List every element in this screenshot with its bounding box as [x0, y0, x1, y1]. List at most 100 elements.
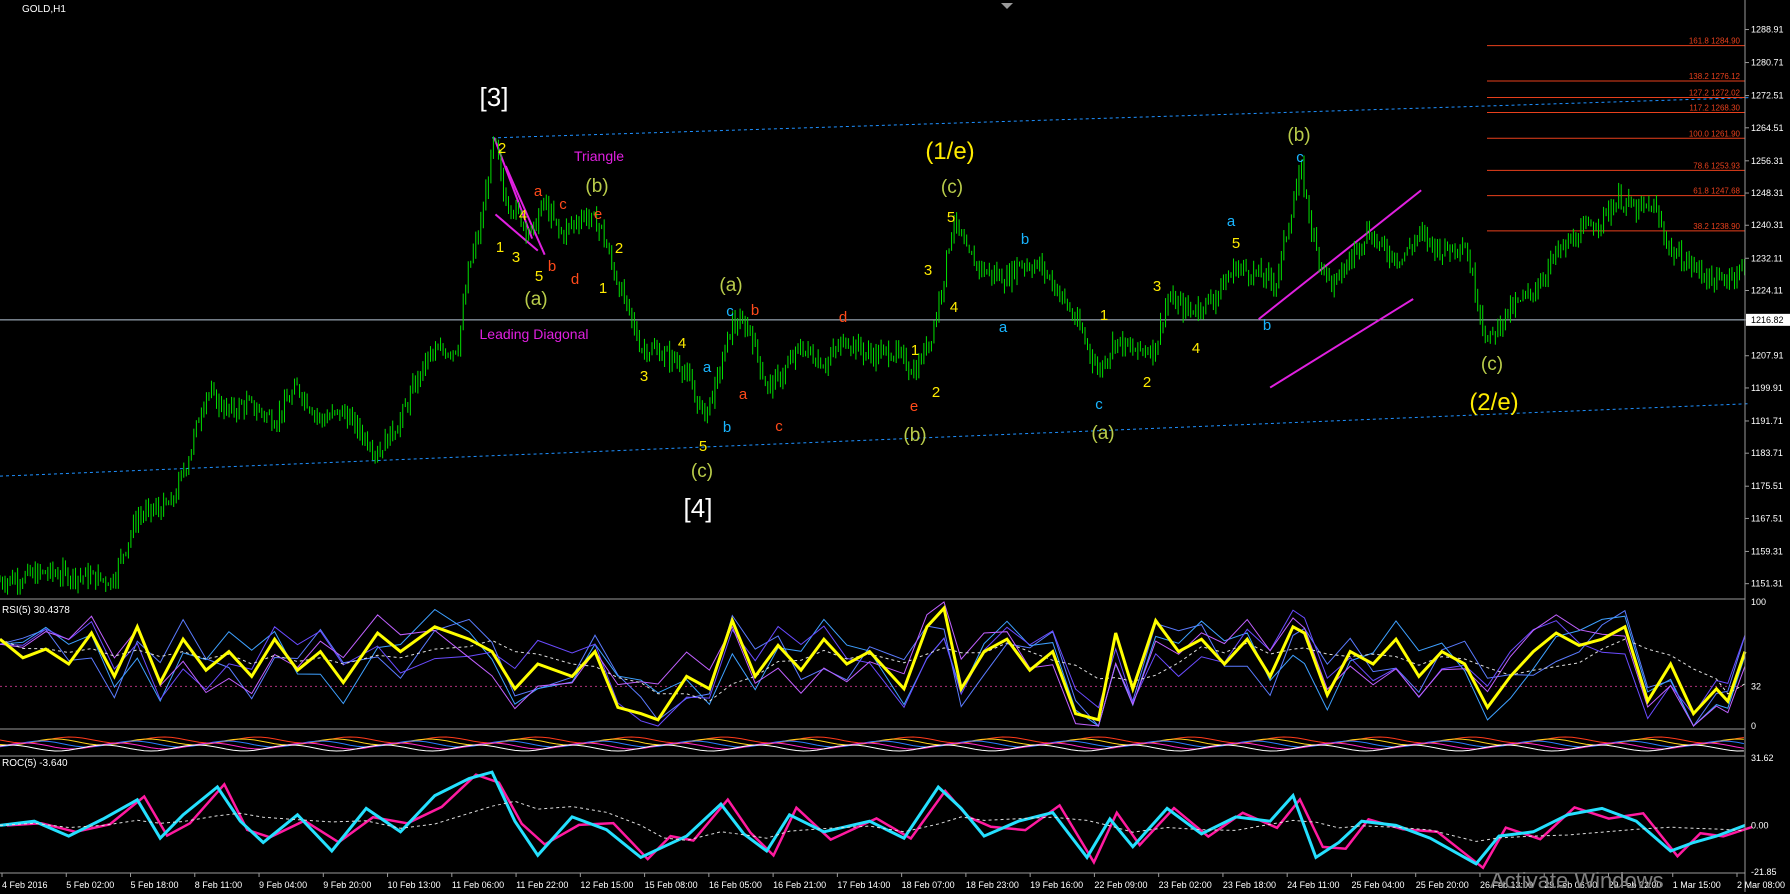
- wave-label: 2: [932, 384, 940, 401]
- wave-label: (c): [691, 461, 713, 482]
- wave-label: [3]: [480, 82, 509, 112]
- time-tick-label: 11 Feb 06:00: [452, 880, 504, 890]
- wave-label: b: [751, 302, 759, 319]
- wave-label: 3: [512, 249, 520, 266]
- wave-label: 4: [1192, 340, 1200, 357]
- wave-label: (a): [719, 275, 742, 296]
- time-tick-label: 12 Feb 15:00: [580, 880, 633, 890]
- time-tick-label: 11 Feb 22:00: [516, 880, 568, 890]
- price-tick-label: 1183.71: [1751, 448, 1783, 458]
- fib-level-label: 100.0 1261.90: [1689, 129, 1741, 138]
- wave-label: (a): [1091, 423, 1114, 444]
- time-tick-label: 18 Feb 07:00: [902, 880, 955, 890]
- wave-label: Triangle: [574, 148, 624, 164]
- price-tick-label: 1280.71: [1751, 58, 1784, 68]
- wave-label: Leading Diagonal: [480, 326, 589, 342]
- wave-label: b: [548, 258, 556, 275]
- wave-label: 5: [1232, 235, 1240, 252]
- fib-level-label: 161.8 1284.90: [1689, 37, 1741, 46]
- wave-label: a: [739, 386, 748, 403]
- time-tick-label: 25 Feb 20:00: [1416, 880, 1469, 890]
- wave-label: 1: [1100, 307, 1108, 324]
- wave-label: 3: [1153, 278, 1161, 295]
- current-price-label: 1216.82: [1751, 315, 1784, 325]
- price-tick-label: 1240.31: [1751, 220, 1784, 230]
- price-tick-label: 1272.51: [1751, 91, 1784, 101]
- time-tick-label: 5 Feb 18:00: [131, 880, 179, 890]
- time-tick-label: 25 Feb 04:00: [1351, 880, 1404, 890]
- wave-label: [4]: [684, 493, 713, 523]
- price-tick-label: 1264.51: [1751, 123, 1784, 133]
- wave-label: (b): [903, 425, 926, 446]
- wave-label: 4: [950, 299, 958, 316]
- wave-label: 5: [699, 438, 707, 455]
- wave-label: (b): [585, 176, 608, 197]
- rsi-label: RSI(5) 30.4378: [2, 605, 70, 616]
- time-tick-label: 15 Feb 08:00: [645, 880, 698, 890]
- price-tick-label: 1232.11: [1751, 253, 1783, 263]
- fib-level-label: 78.6 1253.93: [1693, 161, 1740, 170]
- time-tick-label: 5 Feb 02:00: [66, 880, 114, 890]
- fib-level-label: 127.2 1272.02: [1689, 89, 1741, 98]
- price-tick-label: 1288.91: [1751, 25, 1784, 35]
- time-tick-label: 2 Mar 08:00: [1737, 880, 1785, 890]
- wave-label: e: [594, 206, 602, 223]
- wave-label: 4: [519, 207, 527, 224]
- time-tick-label: 24 Feb 11:00: [1287, 880, 1339, 890]
- time-tick-label: 18 Feb 23:00: [966, 880, 1019, 890]
- price-tick-label: 1207.91: [1751, 351, 1784, 361]
- symbol-label: GOLD,H1: [22, 4, 66, 15]
- wave-label: (2/e): [1469, 389, 1518, 416]
- price-tick-label: 1199.91: [1751, 383, 1783, 393]
- windows-watermark: Activate Windows: [1490, 868, 1664, 893]
- rsi-axis-label: 0: [1751, 721, 1756, 731]
- fib-level-label: 138.2 1276.12: [1689, 72, 1741, 81]
- rsi-axis-label: 100: [1751, 597, 1766, 607]
- wave-label: 3: [924, 262, 932, 279]
- wave-label: c: [1095, 396, 1103, 413]
- time-tick-label: 4 Feb 2016: [2, 880, 48, 890]
- time-tick-label: 19 Feb 16:00: [1030, 880, 1083, 890]
- time-tick-label: 10 Feb 13:00: [388, 880, 441, 890]
- wave-label: (c): [941, 177, 963, 198]
- price-tick-label: 1191.71: [1751, 416, 1783, 426]
- roc-axis-label: 31.62: [1751, 753, 1774, 763]
- price-tick-label: 1248.31: [1751, 188, 1784, 198]
- roc-axis-label: -21.85: [1751, 867, 1777, 877]
- wave-label: 1: [496, 239, 504, 256]
- wave-label: 3: [640, 368, 648, 385]
- wave-label: 1: [911, 342, 919, 359]
- wave-label: b: [1263, 317, 1271, 334]
- price-chart[interactable]: 161.8 1284.90 138.2 1276.12 127.2 1272.02 1…: [0, 0, 1790, 892]
- price-tick-label: 1256.31: [1751, 156, 1784, 166]
- time-tick-label: 9 Feb 04:00: [259, 880, 307, 890]
- time-tick-label: 23 Feb 18:00: [1223, 880, 1276, 890]
- wave-label: b: [1021, 231, 1029, 248]
- time-tick-label: 1 Mar 15:00: [1673, 880, 1721, 890]
- time-tick-label: 23 Feb 02:00: [1159, 880, 1212, 890]
- wave-label: d: [571, 271, 579, 288]
- roc-axis-label: 0.00: [1751, 820, 1769, 830]
- roc-label: ROC(5) -3.640: [2, 758, 68, 769]
- price-tick-label: 1175.51: [1751, 481, 1783, 491]
- wave-label: c: [775, 418, 783, 435]
- wave-label: c: [559, 196, 567, 213]
- time-tick-label: 22 Feb 09:00: [1094, 880, 1147, 890]
- wave-label: 1: [599, 280, 607, 297]
- fib-level-label: 38.2 1238.90: [1693, 222, 1740, 231]
- wave-label: 2: [1143, 374, 1151, 391]
- rsi-axis-label: 32: [1751, 681, 1761, 691]
- time-tick-label: 17 Feb 14:00: [837, 880, 890, 890]
- wave-label: (a): [524, 289, 547, 310]
- wave-label: 5: [535, 268, 543, 285]
- wave-label: 2: [615, 240, 623, 257]
- wave-label: 4: [678, 335, 686, 352]
- time-tick-label: 9 Feb 20:00: [323, 880, 371, 890]
- wave-label: e: [910, 398, 918, 415]
- fib-level-label: 61.8 1247.68: [1693, 187, 1740, 196]
- time-tick-label: 16 Feb 05:00: [709, 880, 762, 890]
- price-tick-label: 1151.31: [1751, 579, 1783, 589]
- wave-label: c: [726, 303, 734, 320]
- wave-label: c: [1296, 149, 1304, 166]
- wave-label: (1/e): [925, 138, 974, 165]
